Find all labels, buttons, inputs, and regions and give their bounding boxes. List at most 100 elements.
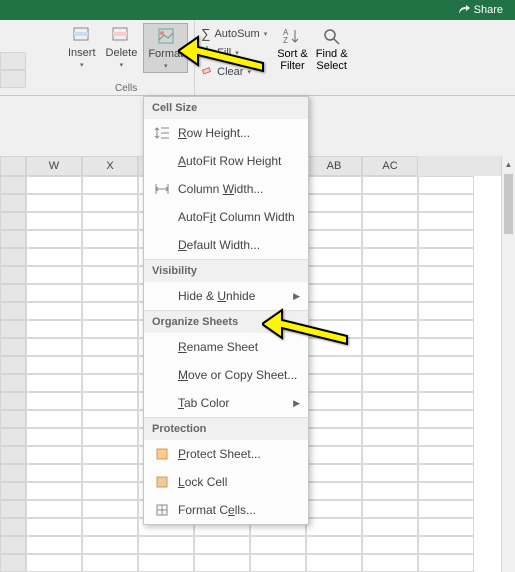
grid-cell[interactable] bbox=[26, 392, 82, 410]
grid-cell[interactable] bbox=[26, 338, 82, 356]
menu-tab-color[interactable]: Tab Color ▶ bbox=[144, 389, 308, 417]
grid-cell[interactable] bbox=[306, 410, 362, 428]
grid-cell[interactable] bbox=[82, 302, 138, 320]
grid-cell[interactable] bbox=[418, 554, 474, 572]
grid-cell[interactable] bbox=[82, 464, 138, 482]
grid-cell[interactable] bbox=[306, 176, 362, 194]
grid-cell[interactable] bbox=[306, 392, 362, 410]
find-select-button[interactable]: Find & Select bbox=[316, 26, 348, 91]
grid-cell[interactable] bbox=[418, 320, 474, 338]
grid-cell[interactable] bbox=[26, 176, 82, 194]
grid-cell[interactable] bbox=[26, 536, 82, 554]
grid-cell[interactable] bbox=[82, 266, 138, 284]
menu-format-cells[interactable]: Format Cells... bbox=[144, 496, 308, 524]
grid-cell[interactable] bbox=[362, 446, 418, 464]
grid-cell[interactable] bbox=[26, 500, 82, 518]
grid-cell[interactable] bbox=[82, 536, 138, 554]
grid-cell[interactable] bbox=[194, 554, 250, 572]
grid-cell[interactable] bbox=[82, 194, 138, 212]
grid-cell[interactable] bbox=[362, 302, 418, 320]
grid-cell[interactable] bbox=[306, 500, 362, 518]
grid-cell[interactable] bbox=[418, 410, 474, 428]
grid-cell[interactable] bbox=[418, 374, 474, 392]
grid-cell[interactable] bbox=[362, 230, 418, 248]
grid-cell[interactable] bbox=[418, 302, 474, 320]
grid-cell[interactable] bbox=[418, 464, 474, 482]
grid-cell[interactable] bbox=[306, 356, 362, 374]
menu-protect-sheet[interactable]: Protect Sheet... bbox=[144, 440, 308, 468]
grid-cell[interactable] bbox=[82, 320, 138, 338]
menu-column-width[interactable]: Column Width... bbox=[144, 175, 308, 203]
share-button[interactable]: Share bbox=[458, 4, 503, 16]
grid-cell[interactable] bbox=[194, 536, 250, 554]
grid-cell[interactable] bbox=[306, 428, 362, 446]
grid-cell[interactable] bbox=[26, 320, 82, 338]
grid-cell[interactable] bbox=[362, 500, 418, 518]
grid-cell[interactable] bbox=[26, 482, 82, 500]
grid-cell[interactable] bbox=[82, 212, 138, 230]
grid-cell[interactable] bbox=[306, 284, 362, 302]
grid-cell[interactable] bbox=[362, 374, 418, 392]
grid-cell[interactable] bbox=[26, 212, 82, 230]
grid-cell[interactable] bbox=[82, 482, 138, 500]
grid-cell[interactable] bbox=[418, 500, 474, 518]
grid-cell[interactable] bbox=[82, 284, 138, 302]
grid-cell[interactable] bbox=[250, 554, 306, 572]
grid-cell[interactable] bbox=[306, 266, 362, 284]
grid-cell[interactable] bbox=[82, 230, 138, 248]
grid-cell[interactable] bbox=[82, 338, 138, 356]
grid-cell[interactable] bbox=[26, 518, 82, 536]
menu-row-height[interactable]: Row Row Height...Height... bbox=[144, 119, 308, 147]
grid-cell[interactable] bbox=[306, 482, 362, 500]
grid-cell[interactable] bbox=[418, 392, 474, 410]
grid-cell[interactable] bbox=[418, 356, 474, 374]
grid-cell[interactable] bbox=[362, 176, 418, 194]
delete-button[interactable]: Delete ▾ bbox=[102, 23, 142, 73]
grid-cell[interactable] bbox=[418, 428, 474, 446]
grid-cell[interactable] bbox=[362, 464, 418, 482]
scroll-thumb[interactable] bbox=[504, 174, 513, 234]
grid-cell[interactable] bbox=[306, 464, 362, 482]
grid-cell[interactable] bbox=[362, 194, 418, 212]
menu-move-copy[interactable]: Move or Copy Sheet... bbox=[144, 361, 308, 389]
grid-cell[interactable] bbox=[418, 212, 474, 230]
grid-cell[interactable] bbox=[306, 212, 362, 230]
grid-cell[interactable] bbox=[362, 284, 418, 302]
column-header[interactable]: AB bbox=[306, 156, 362, 176]
grid-cell[interactable] bbox=[82, 248, 138, 266]
grid-cell[interactable] bbox=[26, 266, 82, 284]
grid-cell[interactable] bbox=[82, 428, 138, 446]
vertical-scrollbar[interactable]: ▲ bbox=[501, 156, 515, 572]
grid-cell[interactable] bbox=[418, 536, 474, 554]
grid-cell[interactable] bbox=[138, 554, 194, 572]
grid-cell[interactable] bbox=[306, 536, 362, 554]
grid-cell[interactable] bbox=[26, 230, 82, 248]
grid-cell[interactable] bbox=[26, 410, 82, 428]
grid-cell[interactable] bbox=[82, 356, 138, 374]
grid-cell[interactable] bbox=[306, 230, 362, 248]
grid-cell[interactable] bbox=[26, 374, 82, 392]
grid-cell[interactable] bbox=[362, 248, 418, 266]
sort-filter-button[interactable]: AZ Sort & Filter bbox=[277, 26, 308, 91]
grid-cell[interactable] bbox=[362, 428, 418, 446]
grid-cell[interactable] bbox=[26, 194, 82, 212]
grid-cell[interactable] bbox=[250, 536, 306, 554]
menu-autofit-column[interactable]: AutoFit Column Width bbox=[144, 203, 308, 231]
column-header[interactable]: W bbox=[26, 156, 82, 176]
grid-cell[interactable] bbox=[362, 392, 418, 410]
grid-cell[interactable] bbox=[362, 356, 418, 374]
grid-cell[interactable] bbox=[362, 212, 418, 230]
grid-cell[interactable] bbox=[82, 176, 138, 194]
grid-cell[interactable] bbox=[26, 554, 82, 572]
grid-cell[interactable] bbox=[26, 428, 82, 446]
grid-cell[interactable] bbox=[82, 374, 138, 392]
grid-cell[interactable] bbox=[418, 518, 474, 536]
scroll-up-icon[interactable]: ▲ bbox=[502, 156, 515, 172]
grid-cell[interactable] bbox=[362, 554, 418, 572]
grid-cell[interactable] bbox=[418, 194, 474, 212]
grid-cell[interactable] bbox=[362, 320, 418, 338]
grid-cell[interactable] bbox=[418, 284, 474, 302]
grid-cell[interactable] bbox=[362, 338, 418, 356]
grid-cell[interactable] bbox=[418, 176, 474, 194]
column-header[interactable]: AC bbox=[362, 156, 418, 176]
